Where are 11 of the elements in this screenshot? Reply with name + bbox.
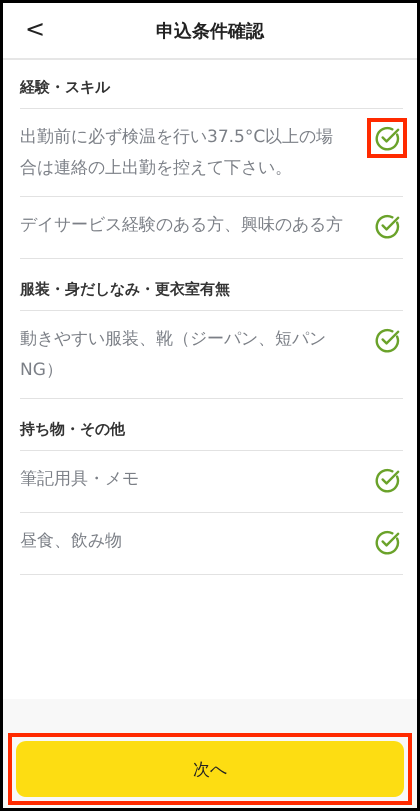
back-button[interactable]: < — [21, 15, 50, 43]
section-heading: 持ち物・その他 — [20, 420, 403, 451]
condition-text: 出勤前に必ず検温を行い37.5°C以上の場合は連絡の上出勤を控えて下さい。 — [20, 126, 334, 180]
page-title: 申込条件確認 — [156, 20, 264, 42]
condition-text: 昼食、飲み物 — [20, 530, 123, 553]
section-heading: 服装・身だしなみ・更衣室有無 — [20, 280, 403, 311]
condition-text: 筆記用具・メモ — [20, 468, 140, 491]
condition-text: デイサービス経験のある方、興味のある方 — [20, 214, 344, 237]
condition-text: 動きやすい服装、靴（ジーパン、短パンNG） — [20, 328, 327, 382]
next-button[interactable]: 次へ — [16, 741, 404, 797]
section-heading: 経験・スキル — [20, 78, 403, 109]
